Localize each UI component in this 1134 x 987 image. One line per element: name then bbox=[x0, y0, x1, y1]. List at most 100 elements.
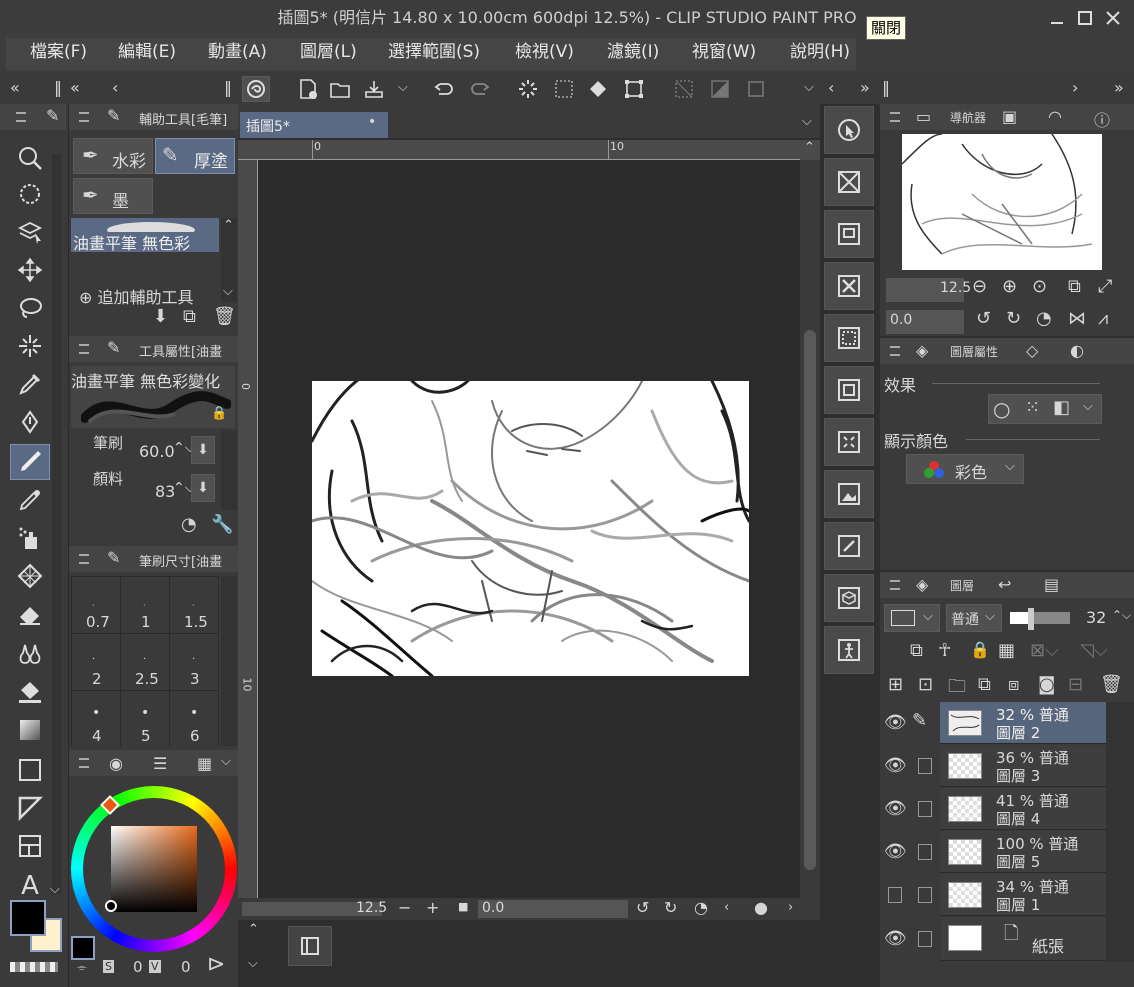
scroll-left-icon[interactable]: ‹ bbox=[724, 900, 729, 915]
grip-icon[interactable] bbox=[79, 112, 89, 122]
scroll-thumb-h[interactable]: ● bbox=[754, 898, 768, 917]
select-all-icon[interactable] bbox=[550, 76, 578, 102]
flip-horizontal-icon[interactable]: ⋈ bbox=[1068, 308, 1086, 329]
eye-icon[interactable]: 👁 bbox=[884, 712, 907, 733]
splitter-grip-icon[interactable]: ‖ bbox=[54, 78, 62, 97]
scroll-right-icon[interactable]: › bbox=[788, 900, 793, 915]
dock-icon-7[interactable] bbox=[824, 470, 874, 518]
move-icon[interactable] bbox=[14, 254, 46, 286]
nav-zoom-in-icon[interactable]: ⊕ bbox=[1002, 276, 1017, 297]
color-slider-tab-icon[interactable]: ☰ bbox=[153, 754, 167, 773]
rectangle-icon[interactable] bbox=[14, 754, 46, 786]
chevron-up-2-icon[interactable]: ⌃ bbox=[248, 922, 259, 937]
chevron-down-2-icon[interactable]: ⌵ bbox=[804, 80, 814, 95]
opacity-value[interactable]: 32 bbox=[1086, 608, 1106, 627]
menu-help[interactable]: 說明(H) bbox=[790, 36, 850, 68]
chevron-right-icon[interactable]: › bbox=[1072, 78, 1078, 97]
opacity-slider[interactable] bbox=[1010, 612, 1070, 624]
rotate-left-icon[interactable]: ↺ bbox=[636, 898, 649, 917]
crop-icon[interactable] bbox=[742, 76, 770, 102]
layer-color-select[interactable]: ⌵ bbox=[884, 604, 940, 632]
panel-menu-icon[interactable]: ⌵ bbox=[221, 754, 231, 769]
deselect-icon[interactable] bbox=[670, 76, 698, 102]
airbrush-icon[interactable] bbox=[14, 484, 46, 516]
dock-icon-1[interactable] bbox=[824, 158, 874, 206]
blend-mode-select[interactable]: 普通 ⌵ bbox=[946, 604, 1002, 632]
sv-cursor[interactable] bbox=[105, 900, 117, 912]
opacity-spinner-icon[interactable]: ⌃⌵ bbox=[1112, 608, 1131, 623]
blend-icon[interactable] bbox=[14, 636, 46, 668]
menu-edit[interactable]: 編輯(E) bbox=[118, 36, 176, 68]
close-tab-icon[interactable]: • bbox=[368, 114, 376, 130]
close-icon[interactable] bbox=[1102, 8, 1124, 28]
lock-layer-icon[interactable]: 🔒 bbox=[970, 640, 990, 659]
reset-rotate-icon[interactable]: ◔ bbox=[694, 898, 708, 917]
magic-wand-icon[interactable] bbox=[14, 330, 46, 362]
splitter-grip-3-icon[interactable]: ‖ bbox=[882, 78, 890, 97]
dock-icon-4[interactable] bbox=[824, 314, 874, 362]
collapse-left-icon[interactable]: « bbox=[10, 78, 20, 97]
duplicate-icon[interactable]: ⧉ bbox=[183, 306, 196, 327]
new-vector-layer-icon[interactable]: ⊡ bbox=[918, 674, 933, 695]
scroll-down-icon[interactable]: ⌵ bbox=[223, 284, 233, 299]
dock-icon-8[interactable] bbox=[824, 522, 874, 570]
nav-zoom-slider[interactable]: 12.5 bbox=[886, 278, 971, 302]
ruler-link-icon[interactable]: ◹⌵ bbox=[1080, 640, 1108, 661]
tab-list-icon[interactable]: ⌵ bbox=[802, 114, 812, 129]
new-folder-icon[interactable]: 🗀 bbox=[948, 674, 966, 704]
navigator-preview[interactable] bbox=[902, 134, 1102, 270]
new-file-icon[interactable] bbox=[294, 76, 322, 102]
size-cell[interactable]: • 4 bbox=[71, 690, 121, 746]
nav-fit-window-icon[interactable]: ⤢ bbox=[1098, 276, 1112, 297]
collapse-left-2-icon[interactable]: « bbox=[70, 78, 80, 97]
nav-actual-size-icon[interactable]: ⧉ bbox=[1068, 276, 1081, 297]
scroll-down-icon[interactable]: ⌵ bbox=[50, 882, 60, 897]
import-icon[interactable]: ⬇ bbox=[153, 306, 168, 327]
rotate-view-icon[interactable] bbox=[14, 178, 46, 210]
zoom-icon[interactable] bbox=[14, 142, 46, 174]
brushsize-scrollbar[interactable] bbox=[221, 576, 237, 746]
minimize-icon[interactable] bbox=[1046, 8, 1068, 28]
dock-icon-10[interactable] bbox=[824, 626, 874, 674]
menu-file[interactable]: 檔案(F) bbox=[30, 36, 87, 68]
info-icon[interactable]: ⓘ bbox=[1094, 107, 1110, 131]
apply-mask-icon[interactable]: ⊟ bbox=[1068, 674, 1083, 695]
paper-layer-row[interactable]: 🗋 紙張 bbox=[940, 917, 1106, 961]
size-cell[interactable]: • 6 bbox=[169, 690, 219, 746]
layer-search-tab-icon[interactable]: ◇ bbox=[1026, 341, 1038, 360]
animation-tab-icon[interactable]: ▤ bbox=[1044, 575, 1059, 594]
merge-lower-icon[interactable]: ⧈ bbox=[1008, 674, 1019, 695]
menu-filter[interactable]: 濾鏡(I) bbox=[607, 36, 659, 68]
layer-select-icon[interactable] bbox=[14, 216, 46, 248]
density-pressure-icon[interactable]: ⬇ bbox=[191, 474, 215, 502]
info-tab-icon[interactable]: ◠ bbox=[1048, 107, 1062, 126]
tab-thick-paint[interactable]: ✎ 厚塗 bbox=[155, 138, 235, 174]
document-tab[interactable]: 插圖5* • bbox=[240, 112, 388, 138]
layer-color-effect-icon[interactable]: ◧ bbox=[1053, 397, 1070, 418]
eyedropper-icon[interactable] bbox=[14, 368, 46, 400]
chevron-left-icon[interactable]: ‹ bbox=[112, 78, 118, 97]
chevron-up-icon[interactable]: ⌃ bbox=[804, 140, 815, 155]
menu-window[interactable]: 視窗(W) bbox=[692, 36, 756, 68]
fill-tool-icon[interactable] bbox=[14, 676, 46, 708]
ruler-icon[interactable] bbox=[14, 830, 46, 862]
hidden-eye-checkbox[interactable] bbox=[888, 887, 902, 903]
expand-right-2-icon[interactable]: » bbox=[1114, 78, 1124, 97]
chevron-down-icon[interactable]: ⌵ bbox=[398, 80, 408, 95]
eye-icon[interactable]: 👁 bbox=[884, 755, 907, 776]
flip-vertical-icon[interactable]: ⩘ bbox=[1098, 308, 1108, 329]
nav-rotate-slider[interactable]: 0.0 bbox=[886, 310, 964, 334]
dock-icon-6[interactable] bbox=[824, 418, 874, 466]
timeline-icon[interactable] bbox=[288, 926, 332, 966]
nav-rotate-right-icon[interactable]: ↻ bbox=[1006, 308, 1021, 329]
lock-transparent-icon[interactable]: ▦ bbox=[998, 640, 1015, 661]
small-color-swatch[interactable] bbox=[71, 936, 95, 960]
material-tab-icon[interactable]: ◐ bbox=[1070, 341, 1084, 360]
invert-selection-icon[interactable] bbox=[706, 76, 734, 102]
maximize-icon[interactable] bbox=[1074, 8, 1096, 28]
size-cell[interactable]: • 5 bbox=[120, 690, 170, 746]
size-cell[interactable]: · 1.5 bbox=[169, 576, 219, 634]
decoration-icon[interactable] bbox=[14, 560, 46, 592]
grip-icon[interactable] bbox=[79, 554, 89, 564]
dock-icon-9[interactable] bbox=[824, 574, 874, 622]
